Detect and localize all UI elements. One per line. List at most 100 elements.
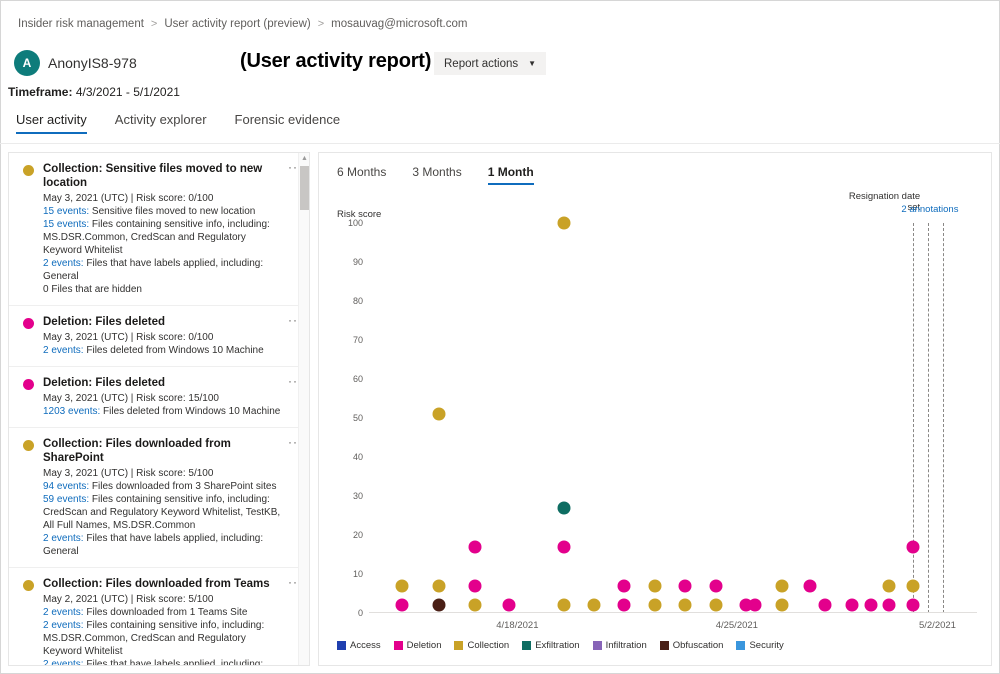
activity-detail: 0 Files that are hidden: [43, 283, 285, 296]
tab-divider: [0, 143, 1000, 144]
data-point-deletion[interactable]: [882, 599, 895, 612]
y-axis-tick-label: 60: [337, 374, 363, 384]
data-point-collection[interactable]: [648, 599, 661, 612]
data-point-collection[interactable]: [396, 579, 409, 592]
breadcrumb-item-2[interactable]: mosauvag@microsoft.com: [331, 18, 467, 30]
range-tab-3-months[interactable]: 3 Months: [412, 165, 461, 185]
chart-legend: Access Deletion Collection Exfiltration Infi…: [337, 640, 784, 651]
legend-swatch-icon: [660, 641, 669, 650]
legend-item[interactable]: Obfuscation: [660, 640, 724, 651]
data-point-collection[interactable]: [557, 217, 570, 230]
activity-event-count[interactable]: 94 events:: [43, 481, 89, 492]
legend-item[interactable]: Infiltration: [593, 640, 647, 651]
activity-detail: 1203 events: Files deleted from Windows …: [43, 405, 285, 418]
plot-area: 4/18/20214/25/20215/2/2021: [369, 223, 977, 613]
time-range-tab-bar: 6 Months 3 Months 1 Month: [337, 165, 534, 185]
data-point-deletion[interactable]: [618, 579, 631, 592]
legend-item[interactable]: Access: [337, 640, 381, 651]
list-item[interactable]: Deletion: Files deletedMay 3, 2021 (UTC)…: [9, 306, 310, 367]
list-item[interactable]: Collection: Files downloaded from TeamsM…: [9, 568, 310, 666]
activity-event-count[interactable]: 2 events:: [43, 607, 84, 618]
activity-event-count[interactable]: 15 events:: [43, 206, 89, 217]
data-point-collection[interactable]: [882, 579, 895, 592]
data-point-deletion[interactable]: [469, 540, 482, 553]
activity-event-count[interactable]: 1203 events:: [43, 406, 100, 417]
range-tab-6-months[interactable]: 6 Months: [337, 165, 386, 185]
data-point-deletion[interactable]: [864, 599, 877, 612]
activity-event-count[interactable]: 2 events:: [43, 620, 84, 631]
y-axis-tick-label: 0: [337, 608, 363, 618]
annotation-marker-line: [913, 223, 914, 613]
data-point-collection[interactable]: [557, 599, 570, 612]
data-point-deletion[interactable]: [469, 579, 482, 592]
data-point-deletion[interactable]: [709, 579, 722, 592]
activity-event-count[interactable]: 2 events:: [43, 533, 84, 544]
legend-swatch-icon: [454, 641, 463, 650]
activity-meta: May 3, 2021 (UTC) | Risk score: 0/100: [43, 331, 285, 344]
data-point-deletion[interactable]: [396, 599, 409, 612]
legend-item[interactable]: Deletion: [394, 640, 442, 651]
activity-event-count[interactable]: 2 events:: [43, 345, 84, 356]
list-item[interactable]: Deletion: Files deletedMay 3, 2021 (UTC)…: [9, 367, 310, 428]
tab-activity-explorer[interactable]: Activity explorer: [115, 112, 207, 134]
activity-category-dot-icon: [23, 318, 34, 329]
activity-list-scrollbar[interactable]: ▲: [298, 153, 309, 665]
activity-meta: May 2, 2021 (UTC) | Risk score: 5/100: [43, 593, 285, 606]
report-actions-button[interactable]: Report actions ▼: [434, 52, 546, 75]
legend-item[interactable]: Exfiltration: [522, 640, 579, 651]
data-point-deletion[interactable]: [618, 599, 631, 612]
data-point-deletion[interactable]: [749, 599, 762, 612]
data-point-deletion[interactable]: [819, 599, 832, 612]
activity-meta: May 3, 2021 (UTC) | Risk score: 15/100: [43, 392, 285, 405]
legend-item[interactable]: Collection: [454, 640, 509, 651]
range-tab-1-month[interactable]: 1 Month: [488, 165, 534, 185]
data-point-obfuscation[interactable]: [432, 599, 445, 612]
data-point-collection[interactable]: [776, 579, 789, 592]
activity-event-count[interactable]: 59 events:: [43, 494, 89, 505]
data-point-collection[interactable]: [587, 599, 600, 612]
data-point-collection[interactable]: [907, 579, 920, 592]
data-point-exfiltration[interactable]: [557, 501, 570, 514]
activity-title: Collection: Sensitive files moved to new…: [43, 162, 285, 190]
data-point-deletion[interactable]: [557, 540, 570, 553]
data-point-collection[interactable]: [432, 579, 445, 592]
timeframe-label: Timeframe:: [8, 85, 72, 99]
activity-category-dot-icon: [23, 440, 34, 451]
scroll-up-icon[interactable]: ▲: [299, 153, 310, 164]
data-point-collection[interactable]: [432, 408, 445, 421]
y-axis-tick-label: 40: [337, 452, 363, 462]
tab-user-activity[interactable]: User activity: [16, 112, 87, 134]
breadcrumb-item-1[interactable]: User activity report (preview): [164, 18, 310, 30]
list-item[interactable]: Collection: Sensitive files moved to new…: [9, 153, 310, 306]
activity-event-count[interactable]: 2 events:: [43, 258, 84, 269]
legend-label: Exfiltration: [535, 640, 579, 651]
data-point-deletion[interactable]: [907, 540, 920, 553]
data-point-deletion[interactable]: [803, 579, 816, 592]
data-point-collection[interactable]: [776, 599, 789, 612]
list-item[interactable]: Collection: Files downloaded from ShareP…: [9, 428, 310, 568]
activity-detail: 2 events: Files that have labels applied…: [43, 658, 285, 666]
legend-swatch-icon: [522, 641, 531, 650]
activity-event-count[interactable]: 15 events:: [43, 219, 89, 230]
breadcrumb-separator-icon: >: [151, 18, 157, 30]
scrollbar-thumb[interactable]: [300, 166, 309, 210]
data-point-deletion[interactable]: [846, 599, 859, 612]
chevron-down-icon: ▼: [528, 59, 536, 68]
data-point-collection[interactable]: [648, 579, 661, 592]
breadcrumb-item-0[interactable]: Insider risk management: [18, 18, 144, 30]
activity-event-count[interactable]: 2 events:: [43, 659, 84, 666]
annotation-marker-line: [943, 223, 944, 613]
data-point-collection[interactable]: [469, 599, 482, 612]
x-axis-tick-label: 5/2/2021: [919, 620, 956, 631]
activity-category-dot-icon: [23, 165, 34, 176]
data-point-collection[interactable]: [709, 599, 722, 612]
tab-forensic-evidence[interactable]: Forensic evidence: [235, 112, 341, 134]
legend-item[interactable]: Security: [736, 640, 783, 651]
data-point-deletion[interactable]: [679, 579, 692, 592]
data-point-deletion[interactable]: [502, 599, 515, 612]
annotations-link[interactable]: 2 annotations: [900, 204, 960, 215]
data-point-collection[interactable]: [679, 599, 692, 612]
activity-meta: May 3, 2021 (UTC) | Risk score: 5/100: [43, 467, 285, 480]
breadcrumb-separator-icon: >: [318, 18, 324, 30]
data-point-deletion[interactable]: [907, 599, 920, 612]
